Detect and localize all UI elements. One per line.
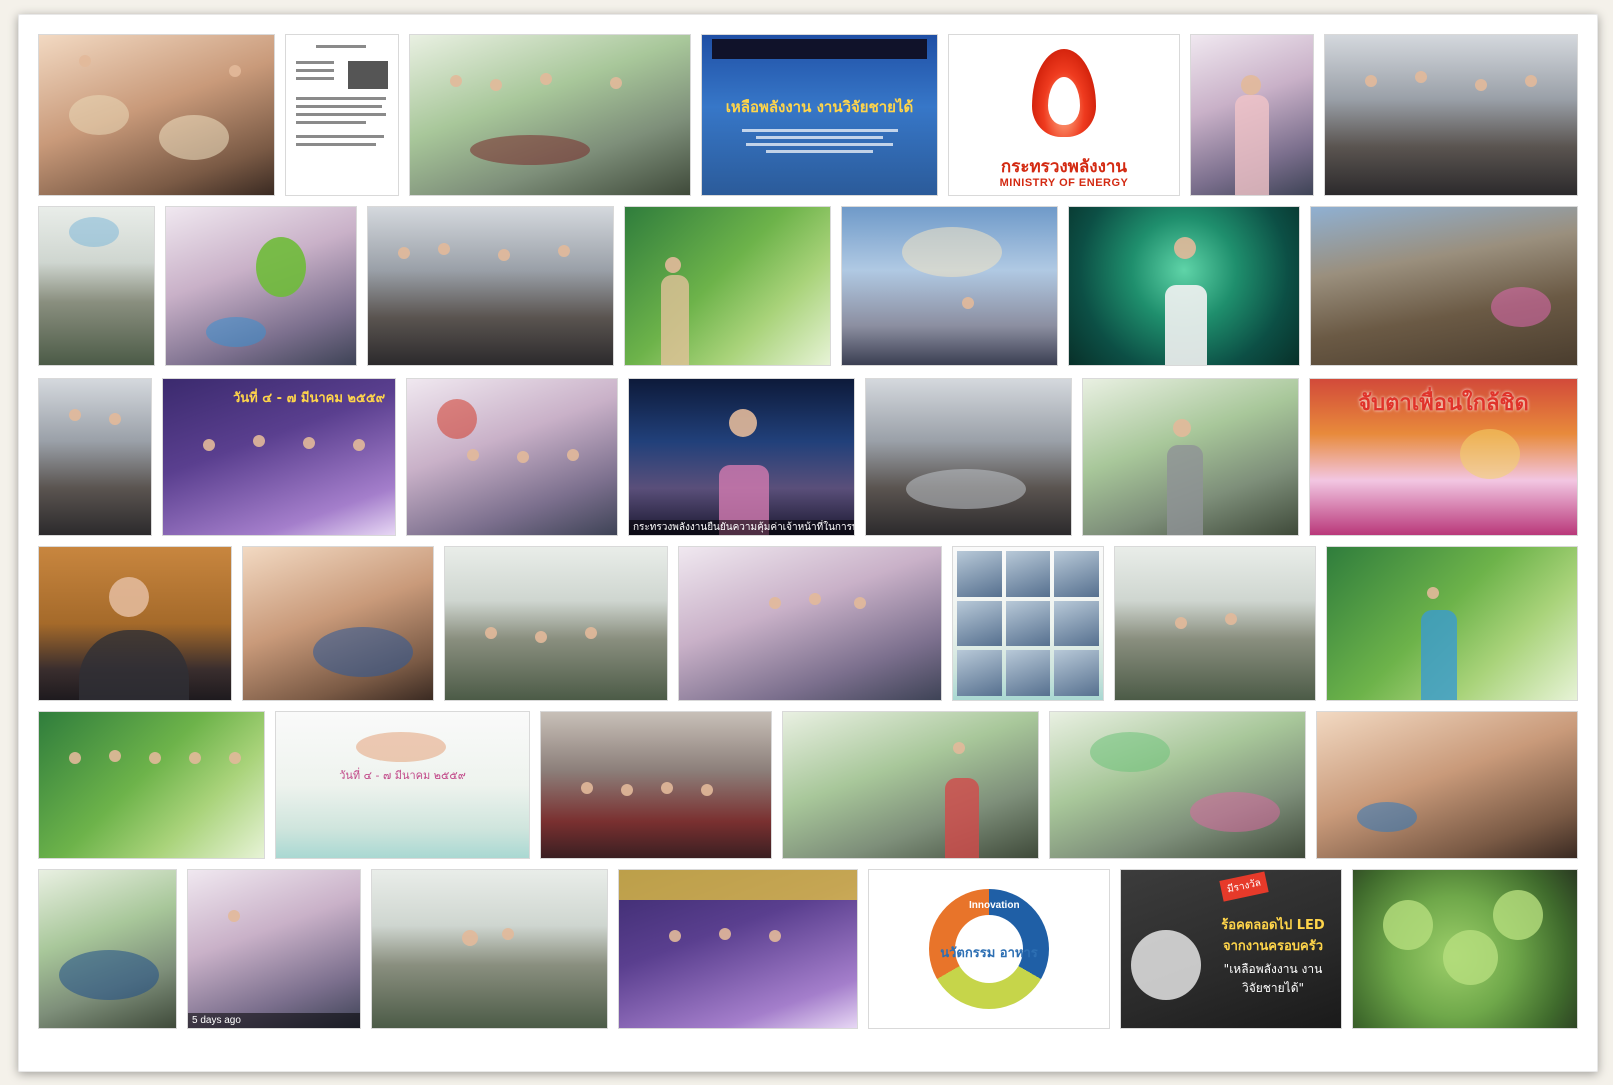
event-date: วันที่ ๔ - ๗ มีนาคม ๒๕๕๙: [233, 391, 386, 406]
image-thumb-podium-speech[interactable]: [624, 206, 831, 366]
image-thumb-officials-tent[interactable]: [371, 869, 608, 1029]
image-thumb-executive-portrait[interactable]: [38, 546, 232, 701]
image-thumb-news-anchor[interactable]: กระทรวงพลังงานยืนยันความคุ้มค่าเจ้าหน้าท…: [628, 378, 855, 536]
led-tag: มีรางวัล: [1219, 871, 1269, 902]
image-thumb-coconuts[interactable]: [1352, 869, 1578, 1029]
image-thumb-bicycle-display[interactable]: [865, 378, 1072, 536]
image-thumb-seminar-hall[interactable]: [540, 711, 772, 859]
image-collage-sheet: เหลือพลังงาน งานวิจัยชายได้ กระทรวงพลังง…: [18, 14, 1598, 1072]
image-row-2: [38, 206, 1578, 366]
image-thumb-energy-fair-poster[interactable]: เหลือพลังงาน งานวิจัยชายได้: [701, 34, 938, 196]
days-ago-caption: 5 days ago: [188, 1013, 360, 1028]
image-thumb-prime-minister-greeting[interactable]: [1326, 546, 1578, 701]
image-row-3: วันที่ ๔ - ๗ มีนาคม ๒๕๕๙ กระทรวงพลังงานย…: [38, 378, 1578, 536]
news-caption: กระทรวงพลังงานยืนยันความคุ้มค่าเจ้าหน้าท…: [629, 520, 854, 535]
image-thumb-photo-grid[interactable]: [952, 546, 1104, 701]
image-thumb-market-crowd[interactable]: [409, 34, 691, 196]
image-thumb-mascot-booth[interactable]: [165, 206, 357, 366]
led-quote: "เหลือพลังงาน งานวิจัยชายได้": [1223, 962, 1323, 995]
image-thumb-market-collage[interactable]: [1049, 711, 1306, 859]
led-headline: ร้อคตลอดไป LED จากงานครอบครัว: [1221, 918, 1325, 954]
image-row-5: วันที่ ๔ - ๗ มีนาคม ๒๕๕๙: [38, 711, 1578, 859]
image-thumb-group-stage[interactable]: [618, 869, 858, 1029]
image-thumb-group-green-backdrop[interactable]: [38, 711, 265, 859]
banner-date: วันที่ ๔ - ๗ มีนาคม ๒๕๕๙: [339, 769, 466, 782]
image-thumb-led-poster[interactable]: มีรางวัล ร้อคตลอดไป LED จากงานครอบครัว "…: [1120, 869, 1342, 1029]
image-thumb-exhibition-booths[interactable]: 5 days ago: [187, 869, 361, 1029]
image-thumb-presenter-booth[interactable]: [1190, 34, 1314, 196]
image-thumb-tent-hall[interactable]: [38, 206, 155, 366]
ministry-name-english: MINISTRY OF ENERGY: [999, 177, 1129, 189]
innovation-top-label: Innovation: [969, 900, 1020, 911]
image-thumb-tent-walkthrough[interactable]: [1114, 546, 1316, 701]
poster-title: เหลือพลังงาน งานวิจัยชายได้: [725, 98, 914, 116]
image-thumb-event-banner-white[interactable]: วันที่ ๔ - ๗ มีนาคม ๒๕๕๙: [275, 711, 530, 859]
image-results-grid: เหลือพลังงาน งานวิจัยชายได้ กระทรวงพลังง…: [38, 34, 1578, 1064]
image-thumb-officials-market[interactable]: [1082, 378, 1299, 536]
image-thumb-booth-showcase[interactable]: [1316, 711, 1578, 859]
image-row-1: เหลือพลังงาน งานวิจัยชายได้ กระทรวงพลังง…: [38, 34, 1578, 196]
ministry-name-thai: กระทรวงพลังงาน: [1000, 157, 1128, 177]
image-row-6: 5 days ago Innovation นวัตกรรม อาหาร มีร…: [38, 869, 1578, 1029]
orchid-banner-title: จับตาเพื่อนใกล้ชิด: [1358, 391, 1529, 416]
image-thumb-market-walk[interactable]: [38, 378, 152, 536]
image-thumb-document[interactable]: [285, 34, 399, 196]
image-thumb-tv-presenter[interactable]: [1068, 206, 1300, 366]
image-thumb-fabric-stall[interactable]: [242, 546, 434, 701]
innovation-center-label: นวัตกรรม อาหาร: [940, 946, 1038, 961]
image-thumb-product-display[interactable]: [782, 711, 1039, 859]
image-thumb-tree-bark[interactable]: [1310, 206, 1578, 366]
image-thumb-stage-event[interactable]: [841, 206, 1058, 366]
image-thumb-award-ceremony[interactable]: วันที่ ๔ - ๗ มีนาคม ๒๕๕๙: [162, 378, 396, 536]
image-thumb-ministry-logo[interactable]: กระทรวงพลังงาน MINISTRY OF ENERGY: [948, 34, 1180, 196]
image-thumb-group-photo[interactable]: [406, 378, 618, 536]
image-row-4: [38, 546, 1578, 701]
image-thumb-tent-crowd[interactable]: [444, 546, 668, 701]
ministry-flame-icon: [1032, 49, 1096, 137]
image-thumb-fabric-sellers[interactable]: [38, 869, 177, 1029]
image-thumb-orchid-banner[interactable]: จับตาเพื่อนใกล้ชิด: [1309, 378, 1578, 536]
image-thumb-basket-stall[interactable]: [38, 34, 275, 196]
image-thumb-booth-visit[interactable]: [367, 206, 614, 366]
image-thumb-officials-tour[interactable]: [1324, 34, 1578, 196]
image-thumb-booth-trio[interactable]: [678, 546, 942, 701]
image-thumb-innovation-cycle[interactable]: Innovation นวัตกรรม อาหาร: [868, 869, 1110, 1029]
